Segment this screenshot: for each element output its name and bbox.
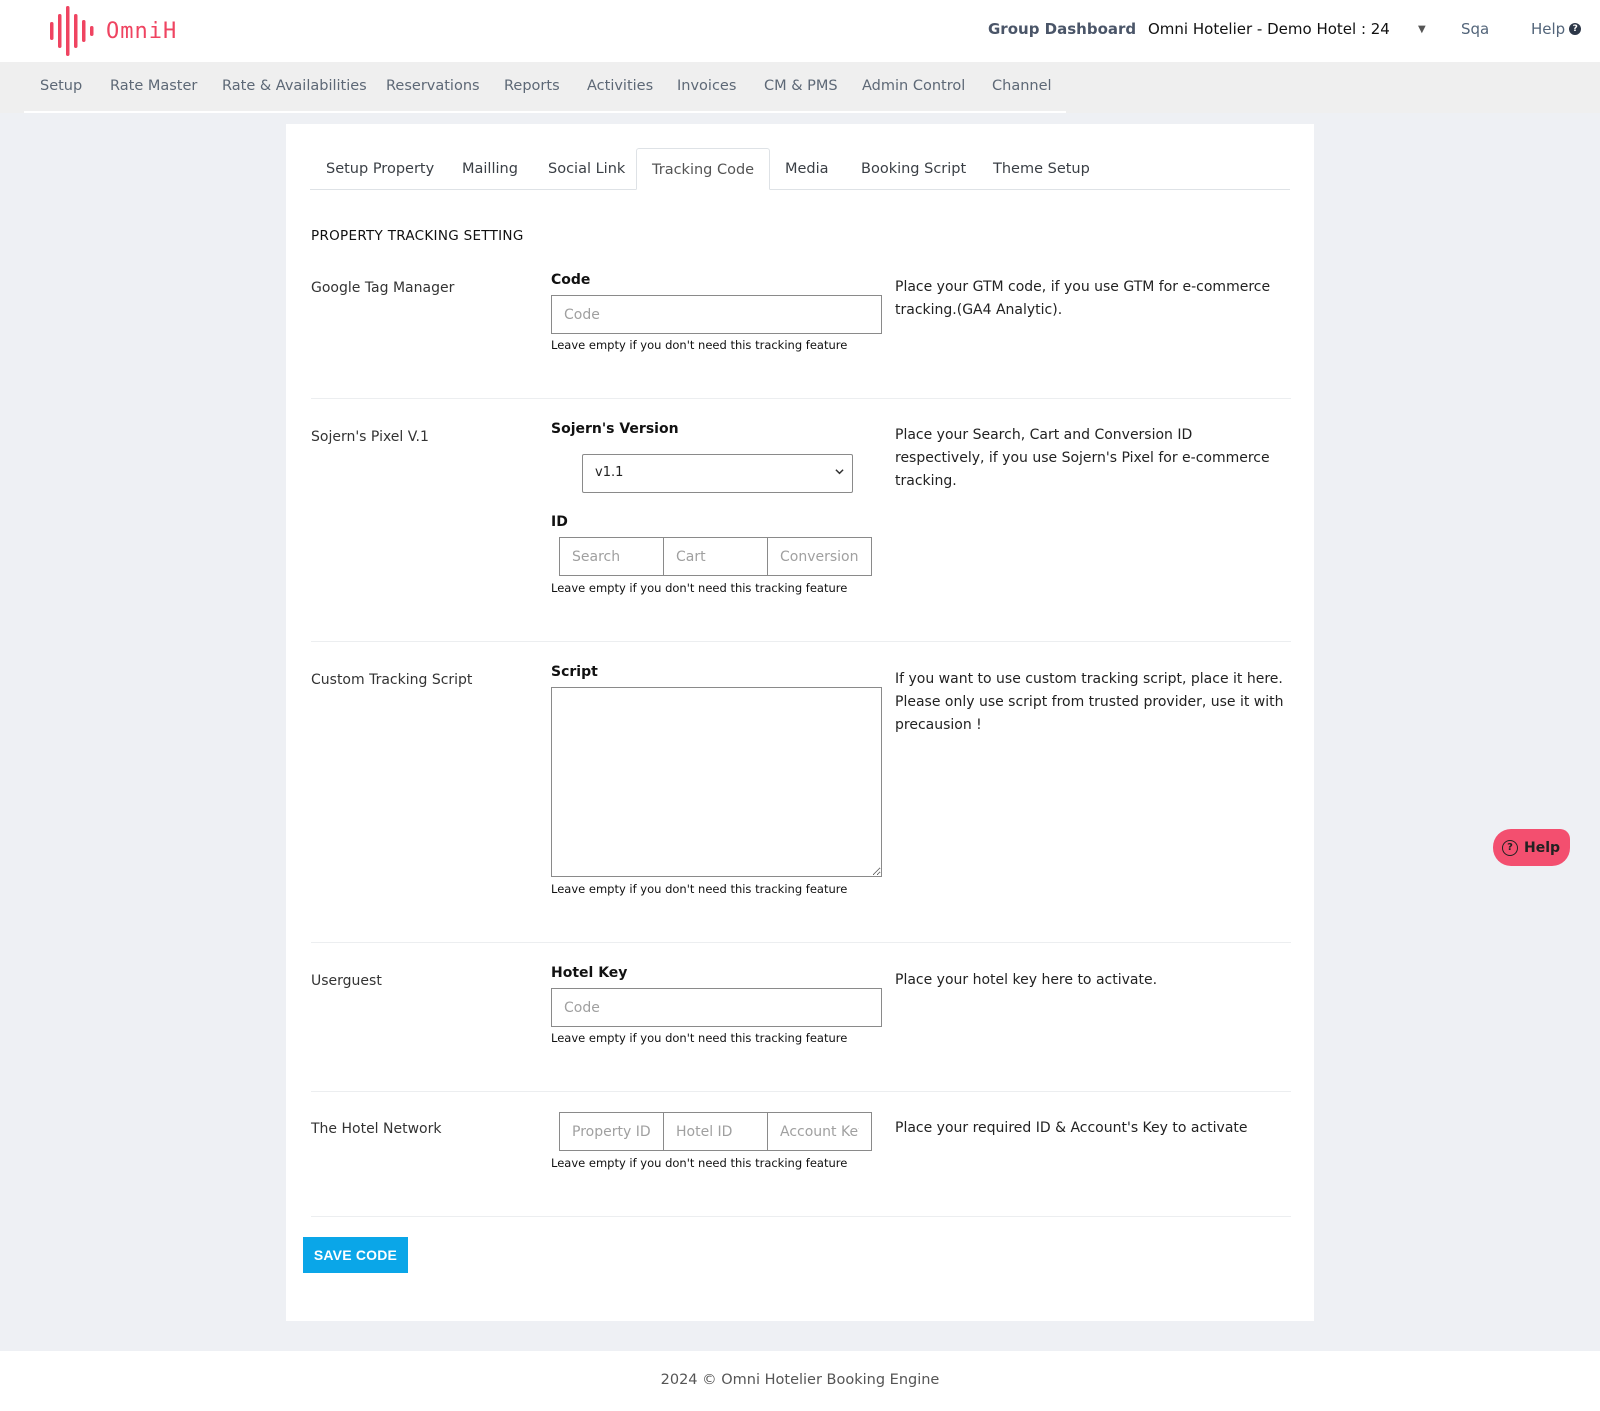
nav-channel[interactable]: Channel — [992, 78, 1052, 94]
tab-booking-script[interactable]: Booking Script — [861, 148, 966, 190]
custom-script-textarea[interactable] — [551, 687, 882, 877]
section-divider — [311, 942, 1291, 943]
logo-icon — [50, 6, 94, 56]
hotel-key-input[interactable] — [551, 988, 882, 1027]
userguest-hint: Leave empty if you don't need this track… — [551, 1031, 848, 1045]
help-label: Help — [1531, 20, 1566, 38]
gtm-label: Google Tag Manager — [311, 280, 455, 296]
question-circle-icon: ? — [1569, 23, 1582, 35]
nav-setup[interactable]: Setup — [40, 78, 82, 94]
hotel-key-label: Hotel Key — [551, 965, 628, 981]
sojern-version-value: v1.1 — [595, 465, 624, 480]
hotel-id-input[interactable] — [663, 1112, 768, 1151]
sojern-label: Sojern's Pixel V.1 — [311, 429, 429, 445]
hotel-selector[interactable]: Omni Hotelier - Demo Hotel : 24 — [1148, 20, 1390, 38]
hotel-network-group — [559, 1112, 875, 1151]
sojern-id-group — [559, 537, 875, 576]
floating-help-button[interactable]: ? Help — [1493, 829, 1570, 866]
sojern-version-select[interactable]: v1.1 — [582, 454, 853, 493]
help-link[interactable]: Help ? — [1531, 20, 1582, 38]
save-code-button[interactable]: SAVE CODE — [303, 1237, 408, 1273]
property-id-input[interactable] — [559, 1112, 664, 1151]
section-divider — [311, 1091, 1291, 1092]
brand-name: OmniH — [106, 18, 178, 44]
tab-theme-setup[interactable]: Theme Setup — [993, 148, 1090, 190]
hotel-network-description: Place your required ID & Account's Key t… — [895, 1120, 1248, 1136]
brand-logo[interactable]: OmniH — [48, 6, 177, 56]
tab-mailling[interactable]: Mailling — [462, 148, 518, 190]
section-divider — [311, 398, 1291, 399]
sojern-conversion-input[interactable] — [767, 537, 872, 576]
gtm-description: Place your GTM code, if you use GTM for … — [895, 279, 1271, 318]
sojern-id-label: ID — [551, 514, 568, 530]
gtm-code-label: Code — [551, 272, 591, 288]
userguest-label: Userguest — [311, 973, 382, 989]
sojern-hint: Leave empty if you don't need this track… — [551, 581, 848, 595]
userguest-description: Place your hotel key here to activate. — [895, 972, 1158, 988]
custom-script-label: Custom Tracking Script — [311, 672, 473, 688]
floating-help-label: Help — [1524, 839, 1561, 856]
group-dashboard-link[interactable]: Group Dashboard — [988, 20, 1136, 38]
tab-setup-property[interactable]: Setup Property — [326, 148, 434, 190]
footer: 2024 © Omni Hotelier Booking Engine — [0, 1351, 1600, 1411]
nav-cm-pms[interactable]: CM & PMS — [764, 78, 838, 94]
section-divider — [311, 1216, 1291, 1217]
nav-admin-control[interactable]: Admin Control — [862, 78, 965, 94]
sojern-description: Place your Search, Cart and Conversion I… — [895, 427, 1270, 489]
nav-divider — [24, 111, 1066, 113]
tab-tracking-code[interactable]: Tracking Code — [636, 148, 771, 190]
custom-script-description: If you want to use custom tracking scrip… — [895, 671, 1284, 733]
hotel-network-hint: Leave empty if you don't need this track… — [551, 1156, 848, 1170]
nav-reservations[interactable]: Reservations — [386, 78, 480, 94]
main-nav: Setup Rate Master Rate & Availabilities … — [0, 62, 1600, 113]
chevron-down-icon — [835, 469, 844, 475]
tracking-settings-card: Setup Property Mailling Social Link Trac… — [286, 124, 1314, 1321]
sojern-version-label: Sojern's Version — [551, 421, 679, 437]
hotel-network-label: The Hotel Network — [311, 1121, 442, 1137]
nav-rate-availabilities[interactable]: Rate & Availabilities — [222, 78, 367, 94]
hotel-dropdown-caret-icon[interactable]: ▼ — [1418, 24, 1426, 35]
sojern-search-input[interactable] — [559, 537, 664, 576]
user-menu[interactable]: Sqa — [1461, 20, 1489, 38]
section-title: PROPERTY TRACKING SETTING — [311, 228, 524, 244]
gtm-hint: Leave empty if you don't need this track… — [551, 338, 848, 352]
section-divider — [311, 641, 1291, 642]
script-field-label: Script — [551, 664, 598, 680]
tab-social-link[interactable]: Social Link — [548, 148, 625, 190]
tab-media[interactable]: Media — [785, 148, 829, 190]
nav-reports[interactable]: Reports — [504, 78, 560, 94]
account-key-input[interactable] — [767, 1112, 872, 1151]
question-circle-icon: ? — [1502, 839, 1518, 856]
top-header: OmniH Group Dashboard Omni Hotelier - De… — [0, 0, 1600, 62]
custom-script-hint: Leave empty if you don't need this track… — [551, 882, 848, 896]
nav-rate-master[interactable]: Rate Master — [110, 78, 197, 94]
gtm-code-input[interactable] — [551, 295, 882, 334]
footer-copyright: 2024 © Omni Hotelier Booking Engine — [660, 1372, 940, 1388]
nav-invoices[interactable]: Invoices — [677, 78, 736, 94]
settings-tabs: Setup Property Mailling Social Link Trac… — [310, 148, 1290, 190]
nav-activities[interactable]: Activities — [587, 78, 653, 94]
sojern-cart-input[interactable] — [663, 537, 768, 576]
